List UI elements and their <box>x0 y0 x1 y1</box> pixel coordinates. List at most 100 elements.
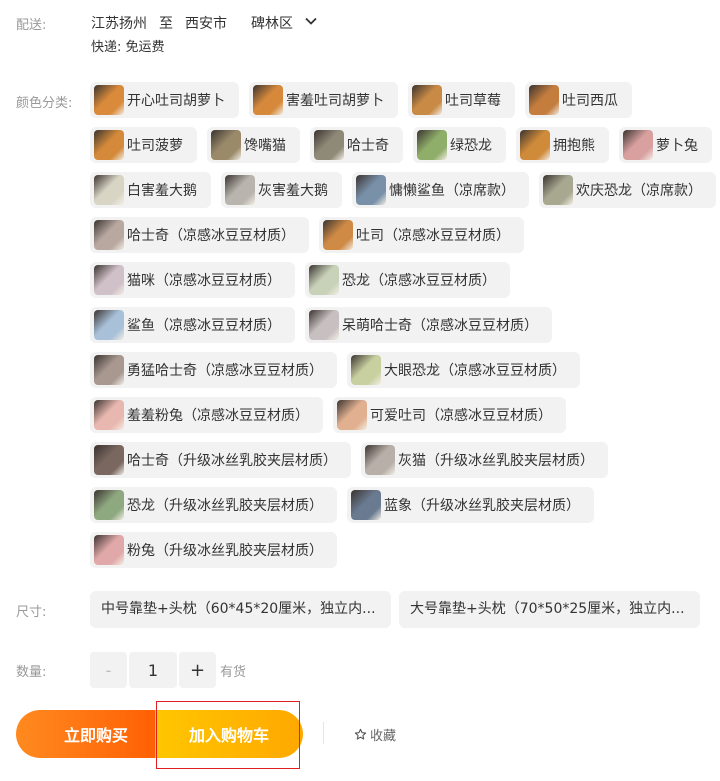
stock-status: 有货 <box>220 665 247 680</box>
color-option-thumbnail <box>337 400 367 430</box>
color-option[interactable]: 哈士奇 <box>310 127 403 163</box>
color-option[interactable]: 粉兔（升级冰丝乳胶夹层材质） <box>90 532 337 568</box>
color-option-thumbnail <box>225 175 255 205</box>
color-option-thumbnail <box>94 265 124 295</box>
color-option-thumbnail <box>543 175 573 205</box>
color-option[interactable]: 灰猫（升级冰丝乳胶夹层材质） <box>361 442 608 478</box>
color-option-label: 大眼恐龙（凉感冰豆豆材质） <box>384 363 566 379</box>
color-option-label: 拥抱熊 <box>553 138 595 154</box>
color-option[interactable]: 绿恐龙 <box>413 127 506 163</box>
divider <box>323 722 324 744</box>
color-option[interactable]: 吐司草莓 <box>408 82 515 118</box>
chevron-down-icon[interactable] <box>304 14 318 28</box>
add-to-cart-button[interactable]: 加入购物车 <box>155 710 303 758</box>
color-option[interactable]: 鲨鱼（凉感冰豆豆材质） <box>90 307 295 343</box>
color-option-label: 白害羞大鹅 <box>127 183 197 199</box>
color-option-thumbnail <box>94 355 124 385</box>
buy-now-label: 立即购买 <box>63 726 128 745</box>
color-option-thumbnail <box>412 85 442 115</box>
color-option-thumbnail <box>94 445 124 475</box>
color-option[interactable]: 白害羞大鹅 <box>90 172 211 208</box>
color-option[interactable]: 哈士奇（升级冰丝乳胶夹层材质） <box>90 442 351 478</box>
color-option-thumbnail <box>529 85 559 115</box>
color-option[interactable]: 哈士奇（凉感冰豆豆材质） <box>90 217 309 253</box>
color-option[interactable]: 欢庆恐龙（凉席款） <box>539 172 716 208</box>
express-info: 快递: 免运费 <box>91 40 165 55</box>
color-label: 颜色分类: <box>16 96 73 111</box>
color-option-thumbnail <box>351 490 381 520</box>
color-option-thumbnail <box>314 130 344 160</box>
color-option-thumbnail <box>94 130 124 160</box>
color-option-label: 欢庆恐龙（凉席款） <box>576 183 702 199</box>
color-option-label: 灰猫（升级冰丝乳胶夹层材质） <box>398 453 594 469</box>
ship-to-word: 至 <box>159 16 173 32</box>
color-option[interactable]: 蓝象（升级冰丝乳胶夹层材质） <box>347 487 594 523</box>
color-option-row: 羞羞粉兔（凉感冰豆豆材质） 可爱吐司（凉感冰豆豆材质） <box>90 397 710 433</box>
color-option[interactable]: 萝卜兔 <box>619 127 712 163</box>
color-options: 开心吐司胡萝卜 害羞吐司胡萝卜 吐司草莓 吐司西瓜吐司菠萝 馋嘴猫 哈士奇 绿恐龙 拥抱熊 萝卜… <box>90 82 716 577</box>
color-option-label: 鲨鱼（凉感冰豆豆材质） <box>127 318 281 334</box>
color-option-label: 萝卜兔 <box>656 138 698 154</box>
color-option-row: 哈士奇（升级冰丝乳胶夹层材质） 灰猫（升级冰丝乳胶夹层材质） <box>90 442 710 478</box>
shipping-label: 配送: <box>16 18 47 33</box>
color-option[interactable]: 猫咪（凉感冰豆豆材质） <box>90 262 295 298</box>
color-option-row: 勇猛哈士奇（凉感冰豆豆材质） 大眼恐龙（凉感冰豆豆材质） <box>90 352 710 388</box>
ship-district[interactable]: 碑林区 <box>251 13 293 33</box>
color-option[interactable]: 勇猛哈士奇（凉感冰豆豆材质） <box>90 352 337 388</box>
color-option-thumbnail <box>94 175 124 205</box>
quantity-minus-button[interactable]: - <box>90 652 127 688</box>
color-option[interactable]: 恐龙（凉感冰豆豆材质） <box>305 262 510 298</box>
color-option-thumbnail <box>351 355 381 385</box>
color-option-label: 绿恐龙 <box>450 138 492 154</box>
color-option[interactable]: 大眼恐龙（凉感冰豆豆材质） <box>347 352 580 388</box>
color-option[interactable]: 慵懒鲨鱼（凉席款） <box>352 172 529 208</box>
color-option-label: 恐龙（升级冰丝乳胶夹层材质） <box>127 498 323 514</box>
color-option-thumbnail <box>94 310 124 340</box>
color-option-label: 开心吐司胡萝卜 <box>127 93 225 109</box>
color-option-thumbnail <box>253 85 283 115</box>
color-option[interactable]: 灰害羞大鹅 <box>221 172 342 208</box>
buy-now-button[interactable]: 立即购买 <box>16 710 176 758</box>
size-option-medium[interactable]: 中号靠垫+头枕（60*45*20厘米，独立内... <box>90 591 391 628</box>
color-option[interactable]: 吐司（凉感冰豆豆材质） <box>319 217 524 253</box>
quantity-input[interactable]: 1 <box>129 652 177 688</box>
color-option[interactable]: 馋嘴猫 <box>207 127 300 163</box>
ship-from: 江苏扬州 <box>91 16 147 32</box>
favorite-label: 收藏 <box>370 729 397 744</box>
color-option-label: 猫咪（凉感冰豆豆材质） <box>127 273 281 289</box>
color-option-label: 害羞吐司胡萝卜 <box>286 93 384 109</box>
color-option-label: 恐龙（凉感冰豆豆材质） <box>342 273 496 289</box>
color-option-thumbnail <box>309 310 339 340</box>
color-option[interactable]: 呆萌哈士奇（凉感冰豆豆材质） <box>305 307 552 343</box>
color-option-thumbnail <box>417 130 447 160</box>
color-option[interactable]: 吐司西瓜 <box>525 82 632 118</box>
color-option-row: 猫咪（凉感冰豆豆材质） 恐龙（凉感冰豆豆材质） <box>90 262 710 298</box>
color-option-row: 粉兔（升级冰丝乳胶夹层材质） <box>90 532 710 568</box>
color-option-thumbnail <box>520 130 550 160</box>
color-option-thumbnail <box>623 130 653 160</box>
quantity-plus-button[interactable]: + <box>179 652 216 688</box>
color-option-label: 羞羞粉兔（凉感冰豆豆材质） <box>127 408 309 424</box>
color-option-thumbnail <box>94 400 124 430</box>
color-option-row: 恐龙（升级冰丝乳胶夹层材质） 蓝象（升级冰丝乳胶夹层材质） <box>90 487 710 523</box>
color-option-label: 蓝象（升级冰丝乳胶夹层材质） <box>384 498 580 514</box>
color-option-thumbnail <box>94 85 124 115</box>
color-option[interactable]: 害羞吐司胡萝卜 <box>249 82 398 118</box>
add-to-cart-label: 加入购物车 <box>188 726 269 745</box>
favorite-button[interactable]: 收藏 <box>354 725 396 744</box>
color-option-thumbnail <box>309 265 339 295</box>
star-icon <box>354 728 367 740</box>
color-option[interactable]: 恐龙（升级冰丝乳胶夹层材质） <box>90 487 337 523</box>
color-option[interactable]: 可爱吐司（凉感冰豆豆材质） <box>333 397 566 433</box>
color-option-label: 慵懒鲨鱼（凉席款） <box>389 183 515 199</box>
ship-city[interactable]: 西安市 <box>185 13 227 33</box>
color-option-label: 可爱吐司（凉感冰豆豆材质） <box>370 408 552 424</box>
color-option-row: 鲨鱼（凉感冰豆豆材质） 呆萌哈士奇（凉感冰豆豆材质） <box>90 307 710 343</box>
color-option-thumbnail <box>323 220 353 250</box>
color-option-label: 哈士奇 <box>347 138 389 154</box>
color-option[interactable]: 羞羞粉兔（凉感冰豆豆材质） <box>90 397 323 433</box>
color-option[interactable]: 开心吐司胡萝卜 <box>90 82 239 118</box>
color-option[interactable]: 拥抱熊 <box>516 127 609 163</box>
color-option[interactable]: 吐司菠萝 <box>90 127 197 163</box>
size-option-large[interactable]: 大号靠垫+头枕（70*50*25厘米，独立内... <box>399 591 700 628</box>
